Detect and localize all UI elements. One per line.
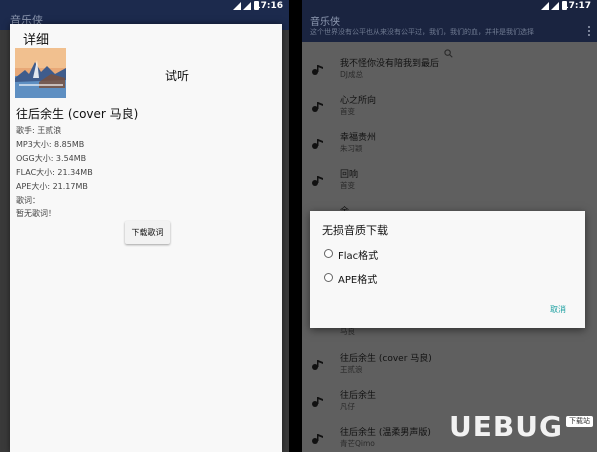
lyrics-text: 暂无歌词！ (16, 209, 56, 218)
dialog-title: 详细 (23, 33, 50, 48)
song-item-title: 往后余生 (温柔男声版) (340, 428, 431, 438)
radio-label: Flac格式 (338, 251, 379, 262)
signal-icon (243, 2, 251, 10)
status-bar: 17:17 (302, 0, 597, 12)
song-item-artist: 首变 (340, 181, 355, 190)
screen-divider (289, 0, 302, 452)
signal-icon (551, 2, 559, 10)
watermark-badge: 下载站 (566, 416, 593, 427)
music-note-icon (312, 65, 323, 75)
site-watermark-logo: UEBUG 下载站 (447, 410, 595, 450)
overflow-menu-icon[interactable] (588, 26, 591, 37)
status-time: 17:16 (254, 1, 283, 11)
song-item-title: 心之所向 (340, 96, 377, 106)
album-cover-image (15, 48, 66, 98)
ape-size-info: APE大小: 21.17MB (16, 182, 88, 191)
song-item-artist: 王贰浪 (340, 365, 363, 374)
radio-label: APE格式 (338, 275, 378, 286)
download-lyrics-button[interactable]: 下载歌词 (125, 221, 170, 244)
singer-info: 歌手: 王贰浪 (16, 126, 62, 135)
radio-button[interactable] (324, 249, 333, 258)
song-item-title: 幸福贵州 (340, 133, 377, 143)
wifi-icon (233, 2, 241, 10)
lossless-download-dialog: 无损音质下载 Flac格式 APE格式 取消 (310, 211, 585, 328)
status-bar: 17:16 (0, 0, 289, 12)
song-list-item[interactable]: 往后余生 (cover 马良) 王贰浪 (302, 347, 597, 384)
left-screen: 音乐侠 17:16 详细 试听 往后余生 (cover 马良) 歌手: 王贰浪 … (0, 0, 289, 452)
app-subtitle: 这个世界没有公平也从来没有公平过，我们，我们的血，并非是我们选择 (310, 28, 534, 36)
song-item-title: 我不怪你没有陪我到最后 (340, 59, 440, 69)
music-note-icon (312, 176, 323, 186)
lyrics-label: 歌词： (16, 196, 40, 205)
song-item-title: 往后余生 (cover 马良) (340, 354, 432, 364)
flac-size-info: FLAC大小: 21.34MB (16, 168, 93, 177)
right-screen: 音乐侠 这个世界没有公平也从来没有公平过，我们，我们的血，并非是我们选择 17:… (302, 0, 597, 452)
radio-button[interactable] (324, 273, 333, 282)
song-list-item[interactable]: 心之所向 首变 (302, 89, 597, 126)
song-item-title: 回响 (340, 170, 359, 180)
song-item-artist: 朱习颖 (340, 144, 363, 153)
song-item-artist: 青芒Qimo (340, 439, 375, 448)
status-time: 17:17 (562, 1, 591, 11)
song-item-artist: 凡仔 (340, 402, 355, 411)
song-item-title: 往后余生 (340, 391, 377, 401)
music-note-icon (312, 102, 323, 112)
music-note-icon (312, 360, 323, 370)
song-title: 往后余生 (cover 马良) (16, 107, 139, 121)
app-title: 音乐侠 (310, 17, 340, 28)
song-item-artist: DJ成总 (340, 70, 363, 79)
dialog-title: 无损音质下载 (322, 224, 388, 237)
song-list-item[interactable]: 我不怪你没有陪我到最后 DJ成总 (302, 52, 597, 89)
mp3-size-info: MP3大小: 8.85MB (16, 140, 85, 149)
song-list-item[interactable]: 幸福贵州 朱习颖 (302, 126, 597, 163)
preview-button[interactable]: 试听 (165, 67, 189, 84)
cancel-button[interactable]: 取消 (550, 304, 566, 315)
music-note-icon (312, 434, 323, 444)
music-note-icon (312, 397, 323, 407)
song-list-item[interactable]: 回响 首变 (302, 163, 597, 200)
detail-dialog: 详细 试听 往后余生 (cover 马良) 歌手: 王贰浪 MP3大小: 8.8… (10, 24, 282, 452)
song-item-artist: 首变 (340, 107, 355, 116)
music-note-icon (312, 139, 323, 149)
watermark-text: UEBUG (449, 410, 563, 443)
ogg-size-info: OGG大小: 3.54MB (16, 154, 87, 163)
wifi-icon (541, 2, 549, 10)
